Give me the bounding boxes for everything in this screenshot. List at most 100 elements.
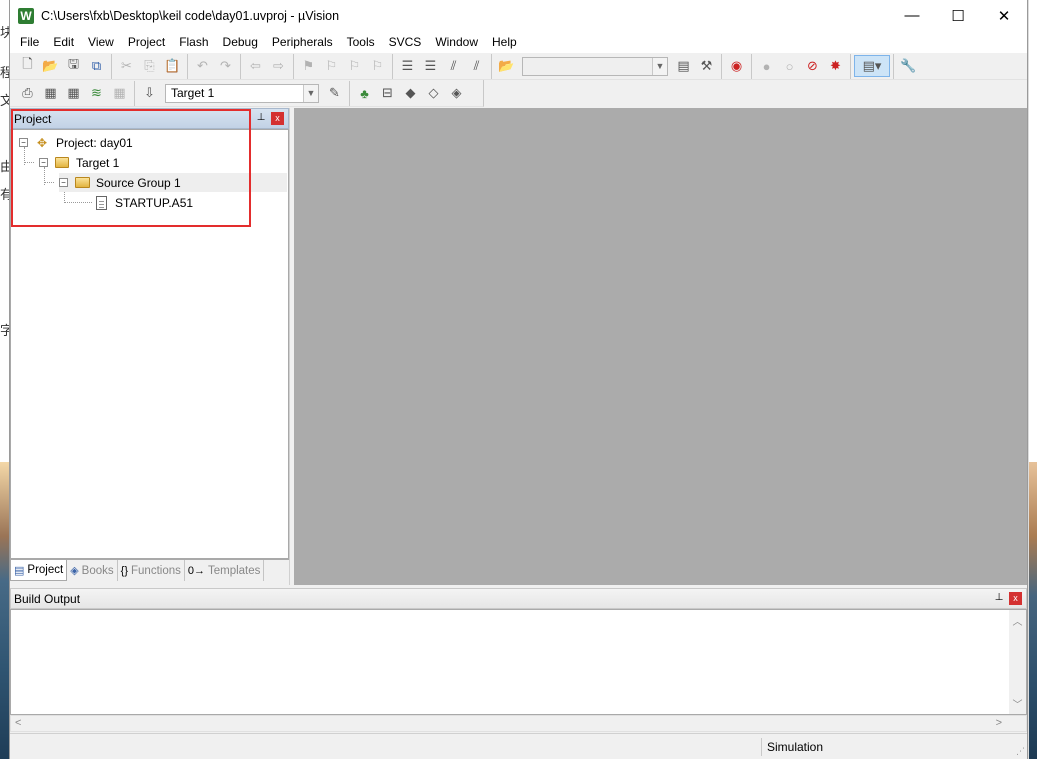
unindent-icon[interactable]: ☰ — [419, 55, 442, 77]
navigate-forward-icon[interactable]: ⇨ — [267, 55, 290, 77]
run-time-environment-icon[interactable]: ◆ — [399, 82, 422, 104]
bookmark-icon[interactable]: ⚑ — [297, 55, 320, 77]
configure-icon[interactable]: 🔧 — [897, 55, 920, 77]
maximize-button[interactable]: ☐ — [935, 0, 981, 31]
save-all-icon[interactable]: ⧉ — [85, 55, 108, 77]
chevron-down-icon[interactable]: ▼ — [652, 57, 667, 75]
menu-flash[interactable]: Flash — [172, 31, 215, 53]
tab-templates[interactable]: 0→ Templates — [185, 560, 265, 581]
menu-debug[interactable]: Debug — [216, 31, 265, 53]
menu-peripherals[interactable]: Peripherals — [265, 31, 340, 53]
pin-icon[interactable]: ⊥ — [255, 112, 267, 124]
menu-edit[interactable]: Edit — [46, 31, 81, 53]
uncomment-icon[interactable]: ⫽ — [465, 55, 488, 77]
comment-icon[interactable]: ⫽ — [442, 55, 465, 77]
indent-icon[interactable]: ☰ — [396, 55, 419, 77]
kill-all-breakpoints-icon[interactable]: ✸ — [824, 55, 847, 77]
minimize-button[interactable]: — — [889, 0, 935, 31]
next-bookmark-icon[interactable]: ⚐ — [343, 55, 366, 77]
debug-session-icon[interactable]: ◉ — [725, 55, 748, 77]
prev-bookmark-icon[interactable]: ⚐ — [320, 55, 343, 77]
scroll-right-icon[interactable]: > — [996, 717, 1002, 729]
menu-view[interactable]: View — [81, 31, 121, 53]
close-icon[interactable]: x — [1009, 592, 1022, 605]
find-combo[interactable]: ▼ — [522, 56, 668, 76]
tree-node-project[interactable]: − ✥ Project: day01 — [19, 133, 133, 152]
new-file-icon[interactable]: 🗋 — [16, 55, 39, 77]
disable-breakpoint-icon[interactable]: ○ — [778, 55, 801, 77]
resize-grip-icon[interactable]: ⋰ — [1016, 746, 1025, 757]
build-icon[interactable]: ▦ — [39, 82, 62, 104]
cut-icon[interactable]: ✂ — [115, 55, 138, 77]
clear-bookmarks-icon[interactable]: ⚐ — [366, 55, 389, 77]
disable-all-breakpoints-icon[interactable]: ⊘ — [801, 55, 824, 77]
menu-project[interactable]: Project — [121, 31, 172, 53]
bg-glyph: 文 — [0, 93, 9, 108]
tab-books[interactable]: ◈ Books — [67, 560, 118, 581]
tree-node-source-group[interactable]: − Source Group 1 — [59, 173, 287, 192]
desktop-wallpaper — [0, 462, 9, 759]
batch-build-icon[interactable]: ≋ — [85, 82, 108, 104]
redo-icon[interactable]: ↷ — [214, 55, 237, 77]
chevron-down-icon[interactable]: ▼ — [303, 84, 318, 102]
find-in-files-icon[interactable]: 📂 — [495, 55, 518, 77]
pack-installer-icon[interactable]: ◈ — [445, 82, 468, 104]
project-tree: − ✥ Project: day01 − Target 1 − Source G… — [10, 129, 289, 559]
pin-icon[interactable]: ⊥ — [993, 592, 1005, 604]
menu-file[interactable]: File — [13, 31, 46, 53]
download-icon[interactable]: ⇩ — [138, 82, 161, 104]
target-icon — [54, 156, 70, 170]
build-output-panel: Build Output ⊥ x ︿ ﹀ < > — [10, 588, 1027, 733]
incremental-find-icon[interactable]: ▤ — [672, 55, 695, 77]
menu-tools[interactable]: Tools — [340, 31, 382, 53]
paste-icon[interactable]: 📋 — [161, 55, 184, 77]
open-file-icon[interactable]: 📂 — [39, 55, 62, 77]
select-software-packs-icon[interactable]: ◇ — [422, 82, 445, 104]
translate-icon[interactable]: ⎙ — [16, 82, 39, 104]
tree-node-label: Project: day01 — [56, 135, 133, 150]
tab-project[interactable]: ▤ Project — [10, 560, 68, 581]
file-extensions-icon[interactable]: ⊟ — [376, 82, 399, 104]
menu-svcs[interactable]: SVCS — [382, 31, 429, 53]
target-options-icon[interactable]: ✎ — [323, 82, 346, 104]
books-icon: ◈ — [70, 565, 79, 577]
undo-icon[interactable]: ↶ — [191, 55, 214, 77]
tree-node-label: Source Group 1 — [96, 175, 181, 190]
target-select[interactable]: Target 1 ▼ — [165, 83, 319, 103]
tree-connector — [24, 162, 34, 163]
build-output-header[interactable]: Build Output ⊥ x — [10, 588, 1027, 609]
debug-mode-status: Simulation — [761, 738, 1027, 756]
find-replace-icon[interactable]: ⚒ — [695, 55, 718, 77]
rebuild-icon[interactable]: ▦ — [62, 82, 85, 104]
build-output-title: Build Output — [14, 591, 81, 606]
build-output-text[interactable]: ︿ ﹀ — [10, 609, 1027, 715]
tree-node-target[interactable]: − Target 1 — [39, 153, 119, 172]
bg-glyph: 块 — [0, 25, 9, 40]
collapse-icon[interactable]: − — [59, 178, 68, 187]
scroll-up-icon[interactable]: ︿ — [1009, 613, 1026, 628]
tab-label: Functions — [131, 564, 181, 577]
manage-components-icon[interactable]: ♣ — [353, 82, 376, 104]
stop-build-icon[interactable]: ▦ — [108, 82, 131, 104]
uvision-app-icon[interactable]: W — [18, 7, 34, 24]
menu-window[interactable]: Window — [428, 31, 485, 53]
project-panel-header[interactable]: Project ⊥ x — [10, 108, 289, 129]
copy-icon[interactable]: ⎘ — [138, 55, 161, 77]
scroll-down-icon[interactable]: ﹀ — [1009, 696, 1026, 711]
breakpoint-icon[interactable]: ● — [755, 55, 778, 77]
scroll-left-icon[interactable]: < — [15, 717, 21, 729]
menu-help[interactable]: Help — [485, 31, 524, 53]
collapse-icon[interactable]: − — [19, 138, 28, 147]
title-bar[interactable]: W C:\Users\fxb\Desktop\keil code\day01.u… — [10, 0, 1027, 31]
window-layout-icon[interactable]: ▤▾ — [854, 55, 890, 77]
navigate-back-icon[interactable]: ⇦ — [244, 55, 267, 77]
horizontal-scrollbar[interactable]: < > — [10, 715, 1027, 732]
tree-node-file[interactable]: STARTUP.A51 — [93, 193, 193, 212]
close-window-button[interactable]: ✕ — [981, 0, 1027, 31]
vertical-scrollbar[interactable]: ︿ ﹀ — [1009, 610, 1026, 714]
editor-area[interactable] — [294, 108, 1027, 585]
close-icon[interactable]: x — [271, 112, 284, 125]
save-icon[interactable]: 🖫 — [62, 55, 85, 77]
collapse-icon[interactable]: − — [39, 158, 48, 167]
tab-functions[interactable]: {} Functions — [118, 560, 185, 581]
